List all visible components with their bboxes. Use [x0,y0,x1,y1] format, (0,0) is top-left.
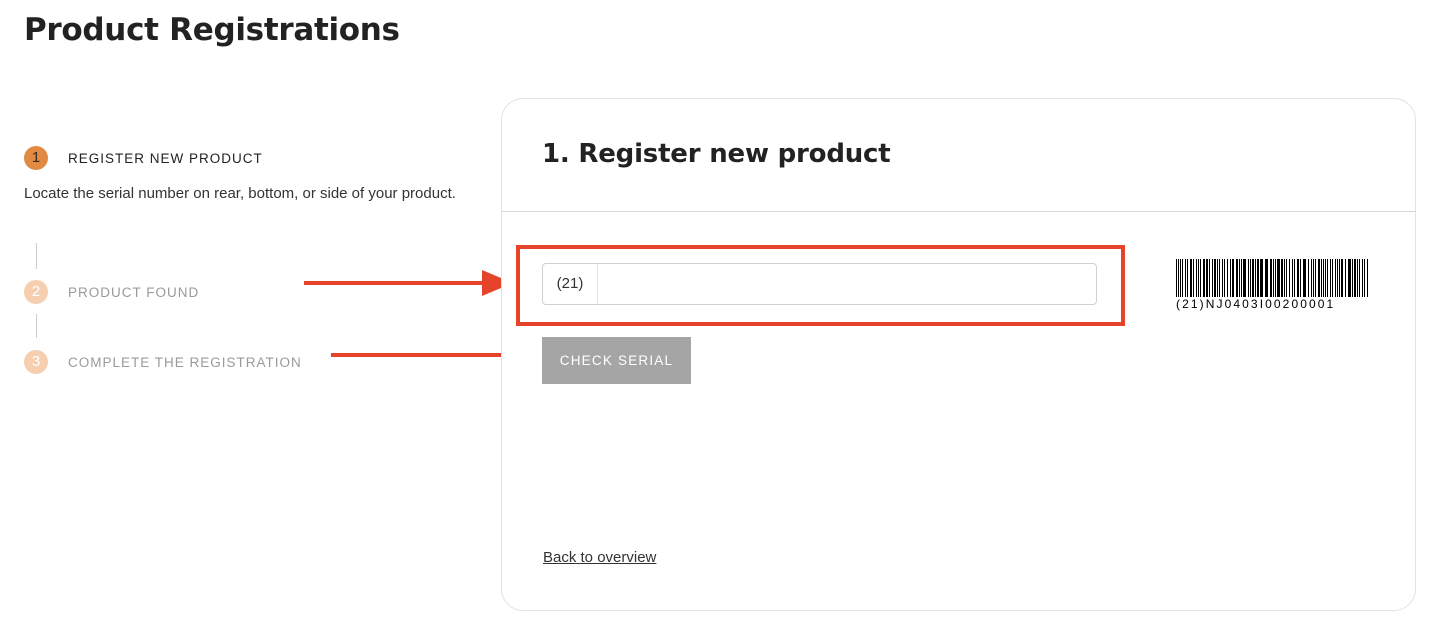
barcode-bar [1239,259,1240,297]
barcode-bar [1273,259,1274,297]
check-serial-button[interactable]: CHECK SERIAL [542,337,691,384]
barcode-bar [1198,259,1199,297]
serial-number-field[interactable]: (21) [542,263,1097,305]
barcode-bar [1337,259,1338,297]
barcode-bar [1222,259,1223,297]
barcode-bar [1335,259,1336,297]
barcode-bar [1318,259,1320,297]
barcode-bar [1303,259,1306,297]
barcode-bar [1297,259,1299,297]
barcode-bar [1275,259,1276,297]
barcode-bar [1292,259,1293,297]
step-number: 3 [24,350,48,374]
barcode-bar [1323,259,1324,297]
barcode-bar [1224,259,1225,297]
barcode-bar [1311,259,1312,297]
barcode-bar [1190,259,1192,297]
step-register-new-product: 1 REGISTER NEW PRODUCT [24,146,263,170]
barcode-bar [1185,259,1186,297]
barcode-bar [1212,259,1213,297]
barcode-bar [1332,259,1333,297]
back-to-overview-link[interactable]: Back to overview [543,549,656,566]
barcode-bar [1367,259,1368,297]
divider [502,211,1415,212]
barcode-image: (21)NJ0403I00200001 [1176,259,1371,311]
barcode-bar [1348,259,1351,297]
barcode-bar [1286,259,1287,297]
barcode-bar [1327,259,1328,297]
barcode-bar [1352,259,1353,297]
barcode-bar [1364,259,1365,297]
step-connector [36,243,37,269]
barcode-bar [1232,259,1234,297]
arrow-right-icon [304,270,513,296]
step-product-found: 2 PRODUCT FOUND [24,280,199,304]
barcode-bar [1214,259,1216,297]
step-number: 2 [24,280,48,304]
barcode-bar [1357,259,1358,297]
barcode-bar [1341,259,1343,297]
barcode-bar [1265,259,1268,297]
card-title: 1. Register new product [542,139,891,169]
barcode-bar [1345,259,1346,297]
barcode-bar [1209,259,1210,297]
barcode-bar [1325,259,1326,297]
barcode-bar [1243,259,1246,297]
barcode-bar [1315,259,1316,297]
barcode-bar [1289,259,1290,297]
barcode-bar [1313,259,1314,297]
page-title: Product Registrations [24,12,400,48]
barcode-bar [1178,259,1179,297]
barcode-bar [1339,259,1340,297]
barcode-bar [1270,259,1272,297]
barcode-bar [1362,259,1363,297]
barcode-bar [1248,259,1249,297]
barcode-bar [1196,259,1197,297]
serial-number-input[interactable] [598,264,1096,304]
barcode-bar [1180,259,1181,297]
barcode-bar [1294,259,1295,297]
barcode-bar [1203,259,1205,297]
step-label: PRODUCT FOUND [68,284,200,300]
barcode-bar [1182,259,1183,297]
barcode-bar [1193,259,1194,297]
barcode-bar [1300,259,1301,297]
barcode-bar [1227,259,1228,297]
barcode-bar [1260,259,1263,297]
serial-prefix: (21) [543,264,598,304]
barcode-bar [1176,259,1177,297]
barcode-bar [1330,259,1331,297]
step-label: REGISTER NEW PRODUCT [68,150,263,166]
barcode-bar [1354,259,1356,297]
barcode-bar [1252,259,1254,297]
step-connector [36,314,37,338]
barcode-bar [1284,259,1285,297]
barcode-bar [1359,259,1360,297]
barcode-bar [1236,259,1238,297]
register-product-card: 1. Register new product (21) CHECK SERIA… [501,98,1416,611]
step-complete-registration: 3 COMPLETE THE REGISTRATION [24,350,302,374]
barcode-bar [1187,259,1188,297]
barcode-bar [1321,259,1322,297]
barcode-bar [1241,259,1242,297]
step-number: 1 [24,146,48,170]
barcode-bar [1308,259,1309,297]
barcode-bar [1200,259,1201,297]
step-description: Locate the serial number on rear, bottom… [24,185,456,202]
barcode-bar [1206,259,1208,297]
barcode-bar [1277,259,1280,297]
step-label: COMPLETE THE REGISTRATION [68,354,302,370]
barcode-bar [1217,259,1218,297]
barcode-bar [1250,259,1251,297]
barcode-bar [1257,259,1259,297]
barcode-bar [1281,259,1283,297]
barcode-bar [1230,259,1231,297]
barcode-bars [1176,259,1368,297]
barcode-bar [1219,259,1220,297]
barcode-text: (21)NJ0403I00200001 [1176,297,1336,311]
barcode-bar [1255,259,1256,297]
